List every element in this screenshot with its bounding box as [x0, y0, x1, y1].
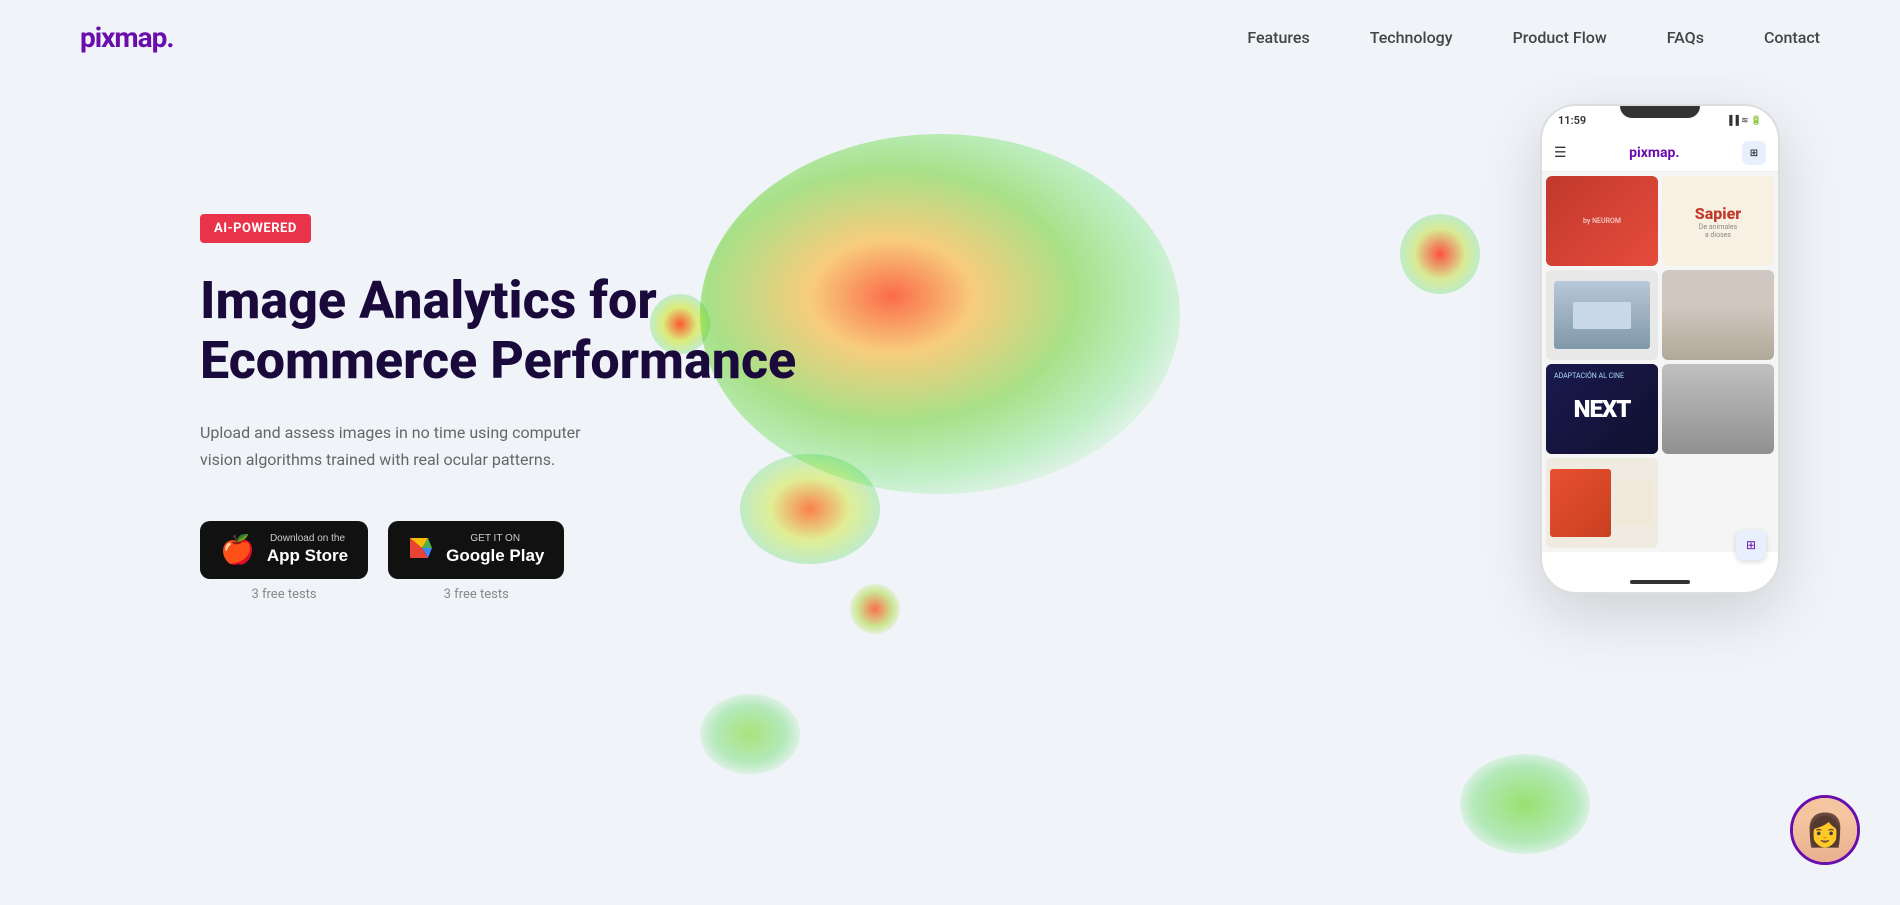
phone-mockup: 11:59 ▐▐ ≋ 🔋 ☰ pixmap. ⊞ by NEUROM Sapie…	[1540, 104, 1780, 594]
phone-image-grid: by NEUROM Sapier De animalesa dioses	[1542, 172, 1778, 552]
nav-product-flow[interactable]: Product Flow	[1513, 28, 1607, 47]
nav-faqs[interactable]: FAQs	[1667, 28, 1704, 47]
hero-section: AI-POWERED Image Analytics for Ecommerce…	[0, 74, 1900, 905]
phone-menu-icon[interactable]: ☰	[1554, 145, 1567, 161]
hero-title: Image Analytics for Ecommerce Performanc…	[200, 271, 796, 391]
app-store-group: 🍎 Download on the App Store 3 free tests	[200, 521, 368, 602]
fab-icon: ⊞	[1746, 538, 1756, 552]
phone-cell-4	[1662, 270, 1774, 360]
heatmap-blob-lower	[850, 584, 900, 634]
google-play-sub: GET IT ON	[446, 533, 544, 545]
phone-cell-1: by NEUROM	[1546, 176, 1658, 266]
phone-cell-3	[1546, 270, 1658, 360]
avatar-image: 👩	[1793, 798, 1857, 862]
phone-cell-5: ADAPTACIÓN AL CINE NEXT	[1546, 364, 1658, 454]
app-store-button[interactable]: 🍎 Download on the App Store	[200, 521, 368, 579]
google-play-icon	[408, 535, 434, 566]
nav-technology[interactable]: Technology	[1370, 28, 1453, 47]
phone-app-logo: pixmap.	[1567, 145, 1742, 161]
google-play-button[interactable]: GET IT ON Google Play	[388, 521, 564, 579]
phone-notch	[1620, 106, 1700, 118]
phone-cell-6	[1662, 364, 1774, 454]
heatmap-blob-top-right	[1400, 214, 1480, 294]
google-play-main: Google Play	[446, 545, 544, 567]
phone-fab[interactable]: ⊞	[1736, 530, 1766, 560]
nav-contact[interactable]: Contact	[1764, 28, 1820, 47]
ai-powered-badge: AI-POWERED	[200, 214, 311, 243]
heatmap-blob-bottom-right	[1460, 754, 1590, 854]
navbar: pixmap. Features Technology Product Flow…	[0, 0, 1900, 74]
google-play-group: GET IT ON Google Play 3 free tests	[388, 521, 564, 602]
share-icon: ⊞	[1750, 148, 1758, 159]
heatmap-blob-bottom	[700, 694, 800, 774]
phone-cell-2: Sapier De animalesa dioses	[1662, 176, 1774, 266]
app-store-main: App Store	[267, 545, 348, 567]
phone-device: 11:59 ▐▐ ≋ 🔋 ☰ pixmap. ⊞ by NEUROM Sapie…	[1540, 104, 1780, 594]
google-play-free-tests: 3 free tests	[444, 587, 509, 602]
chat-avatar[interactable]: 👩	[1790, 795, 1860, 865]
phone-share-button[interactable]: ⊞	[1742, 141, 1766, 165]
phone-status-icons: ▐▐ ≋ 🔋	[1726, 115, 1762, 126]
app-store-sub: Download on the	[267, 533, 348, 545]
phone-cell-7	[1546, 458, 1658, 548]
nav-features[interactable]: Features	[1247, 28, 1309, 47]
apple-icon: 🍎	[220, 536, 255, 564]
phone-time: 11:59	[1558, 114, 1586, 127]
cta-buttons: 🍎 Download on the App Store 3 free tests	[200, 521, 796, 602]
hero-content: AI-POWERED Image Analytics for Ecommerce…	[200, 214, 796, 602]
hero-description: Upload and assess images in no time usin…	[200, 419, 620, 473]
app-store-free-tests: 3 free tests	[251, 587, 316, 602]
nav-links: Features Technology Product Flow FAQs Co…	[1247, 28, 1820, 47]
logo[interactable]: pixmap.	[80, 21, 174, 54]
phone-app-header: ☰ pixmap. ⊞	[1542, 135, 1778, 172]
phone-home-indicator	[1630, 580, 1690, 584]
